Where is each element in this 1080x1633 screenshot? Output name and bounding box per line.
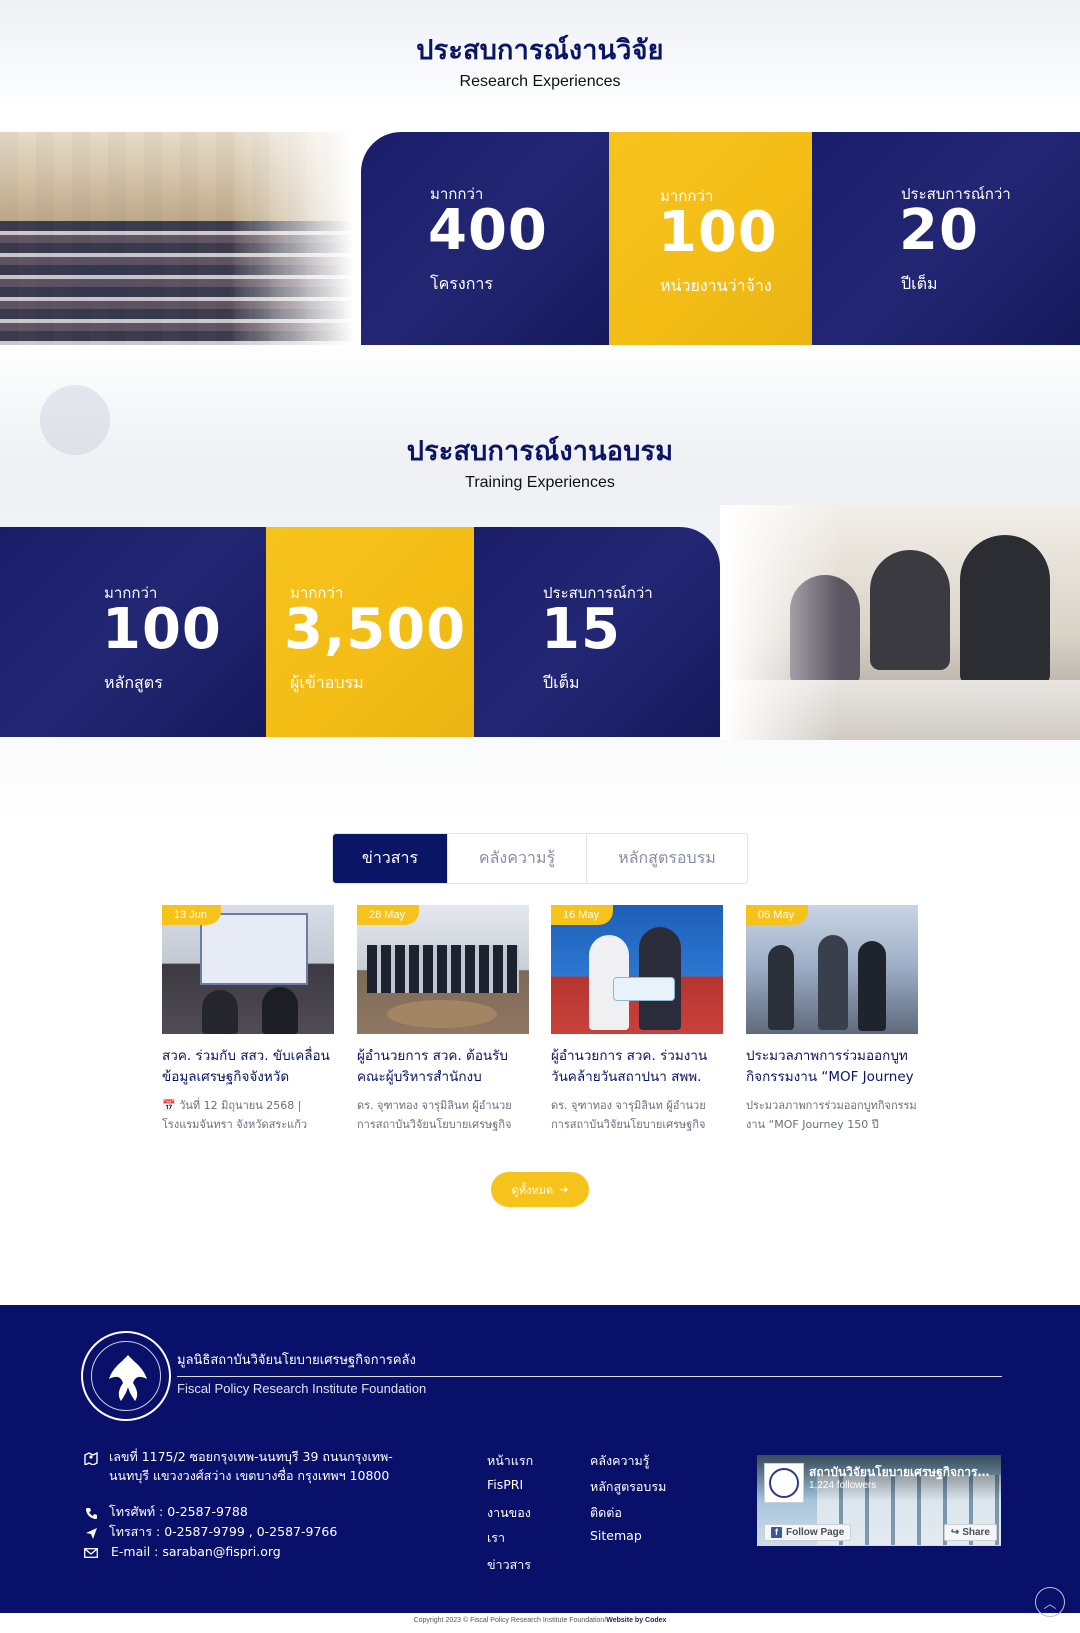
phone-icon xyxy=(83,1505,99,1521)
training-title-en: Training Experiences xyxy=(465,474,615,491)
research-title-th: ประสบการณ์งานวิจัย xyxy=(416,35,664,66)
news-date-badge: 28 May xyxy=(357,905,420,925)
footer-link-sitemap[interactable]: Sitemap xyxy=(590,1528,642,1543)
back-to-top-button[interactable]: ︿ xyxy=(1035,1587,1065,1617)
news-date-badge: 06 May xyxy=(746,905,809,925)
news-thumbnail[interactable]: 16 May xyxy=(551,905,723,1034)
news-description: ดร. จุฑาทอง จารุมิลินท ผู้อำนวยการสถาบัน… xyxy=(551,1099,706,1131)
map-icon xyxy=(83,1450,99,1466)
footer-link-courses[interactable]: หลักสูตรอบรม xyxy=(590,1477,666,1497)
copyright-text: Copyright 2023 © Fiscal Policy Research … xyxy=(413,1617,607,1624)
chevron-up-icon: ︿ xyxy=(1043,1596,1057,1612)
news-card[interactable]: 28 May ผู้อำนวยการ สวค. ต้อนรับคณะผู้บริ… xyxy=(357,905,529,1134)
footer-link-our-work[interactable]: งานของ xyxy=(487,1503,531,1523)
stat-suffix: โครงการ xyxy=(430,274,493,293)
news-thumbnail[interactable]: 13 Jun xyxy=(162,905,334,1034)
facebook-page-widget[interactable]: สถาบันวิจัยนโยบายเศรษฐกิจการคลัง 1,224 f… xyxy=(757,1455,1001,1546)
mail-icon xyxy=(83,1545,99,1561)
view-all-label: ดูทั้งหมด xyxy=(511,1183,554,1197)
divider xyxy=(177,1376,1002,1377)
facebook-icon: f xyxy=(771,1527,782,1538)
stat-suffix: ปีเต็ม xyxy=(543,673,580,692)
facebook-followers: 1,224 followers xyxy=(809,1480,877,1491)
footer-link-fispri[interactable]: FisPRI xyxy=(487,1477,523,1492)
arrow-right-icon: ➔ xyxy=(559,1183,569,1196)
tab-courses[interactable]: หลักสูตรอบรม xyxy=(587,834,747,883)
news-card[interactable]: 16 May ผู้อำนวยการ สวค. ร่วมงานวันคล้ายว… xyxy=(551,905,723,1134)
news-description: 📅 วันที่ 12 มิถุนายน 2568 | โรงแรมจันทรา… xyxy=(162,1096,334,1134)
share-icon: ↪ xyxy=(950,1527,960,1538)
facebook-follow-button[interactable]: f Follow Page xyxy=(764,1524,852,1541)
address-line-2: นนทบุรี แขวงวงศ์สว่าง เขตบางซื่อ กรุงเทพ… xyxy=(109,1468,390,1483)
stat-number: 15 xyxy=(541,597,621,662)
news-card[interactable]: 06 May ประมวลภาพการร่วมออกบูทกิจกรรมงาน … xyxy=(746,905,918,1134)
email-text[interactable]: E-mail : saraban@fispri.org xyxy=(111,1542,281,1562)
send-icon xyxy=(83,1525,99,1541)
view-all-button[interactable]: ดูทั้งหมด ➔ xyxy=(491,1172,589,1207)
address-line-1: เลขที่ 1175/2 ซอยกรุงเทพ-นนทบุรี 39 ถนนก… xyxy=(109,1449,393,1464)
research-stat-projects: มากกว่า 400 โครงการ xyxy=(361,132,609,345)
stat-number: 100 xyxy=(658,200,778,265)
research-title-en: Research Experiences xyxy=(459,73,621,90)
news-thumbnail[interactable]: 28 May xyxy=(357,905,529,1034)
footer: มูลนิธิสถาบันวิจัยนโยบายเศรษฐกิจการคลัง … xyxy=(0,1305,1080,1613)
credit-link[interactable]: Website by Codex xyxy=(606,1617,666,1624)
footer-link-contact[interactable]: ติดต่อ xyxy=(590,1503,622,1523)
footer-link-news[interactable]: ข่าวสาร xyxy=(487,1555,531,1575)
training-title-th: ประสบการณ์งานอบรม xyxy=(406,436,674,467)
calendar-icon: 📅 xyxy=(162,1099,176,1112)
training-heading: ประสบการณ์งานอบรม Training Experiences xyxy=(0,429,1080,492)
research-stat-years: ประสบการณ์กว่า 20 ปีเต็ม xyxy=(812,132,1080,345)
training-stat-courses: มากกว่า 100 หลักสูตร xyxy=(0,527,266,737)
stat-number: 20 xyxy=(899,198,979,263)
news-description: ดร. จุฑาทอง จารุมิลินท ผู้อำนวยการสถาบัน… xyxy=(357,1099,512,1131)
news-desc-text: วันที่ 12 มิถุนายน 2568 | โรงแรมจันทรา จ… xyxy=(162,1099,308,1131)
footer-link-home[interactable]: หน้าแรก xyxy=(487,1451,533,1471)
training-stats: มากกว่า 100 หลักสูตร มากกว่า 3,500 ผู้เข… xyxy=(0,527,720,737)
news-date-badge: 16 May xyxy=(551,905,614,925)
stat-suffix: ผู้เข้าอบรม xyxy=(290,673,364,692)
phone-text: โทรศัพท์ : 0-2587-9788 xyxy=(109,1504,248,1519)
training-stat-participants: มากกว่า 3,500 ผู้เข้าอบรม xyxy=(266,527,474,737)
content-tabs: ข่าวสาร คลังความรู้ หลักสูตรอบรม xyxy=(332,833,748,884)
news-description: ประมวลภาพการร่วมออกบูทกิจกรรมงาน “MOF Jo… xyxy=(746,1099,917,1131)
tab-knowledge[interactable]: คลังความรู้ xyxy=(448,834,587,883)
page: ประสบการณ์งานวิจัย Research Experiences … xyxy=(0,0,1080,1633)
share-label: Share xyxy=(962,1527,990,1538)
research-stats: มากกว่า 400 โครงการ มากกว่า 100 หน่วยงาน… xyxy=(361,132,1080,345)
foundation-seal-logo xyxy=(81,1331,171,1421)
news-date-badge: 13 Jun xyxy=(162,905,222,925)
org-name-th: มูลนิธิสถาบันวิจัยนโยบายเศรษฐกิจการคลัง xyxy=(177,1353,416,1368)
facebook-share-button[interactable]: ↪ Share xyxy=(943,1524,997,1541)
stat-number: 400 xyxy=(428,198,548,263)
copyright: Copyright 2023 © Fiscal Policy Research … xyxy=(0,1617,1080,1624)
follow-label: Follow Page xyxy=(786,1527,845,1538)
research-photo xyxy=(0,132,360,345)
fax-text: โทรสาร : 0-2587-9799 , 0-2587-9766 xyxy=(109,1524,338,1539)
news-title[interactable]: ผู้อำนวยการ สวค. ร่วมงานวันคล้ายวันสถาปน… xyxy=(551,1046,723,1088)
stat-suffix: ปีเต็ม xyxy=(901,274,938,293)
news-title[interactable]: ประมวลภาพการร่วมออกบูทกิจกรรมงาน “MOF Jo… xyxy=(746,1046,918,1088)
training-photo xyxy=(720,505,1080,740)
stat-number: 3,500 xyxy=(284,597,467,662)
org-name-en: Fiscal Policy Research Institute Foundat… xyxy=(177,1381,427,1396)
training-stat-years: ประสบการณ์กว่า 15 ปีเต็ม xyxy=(474,527,720,737)
footer-link-knowledge[interactable]: คลังความรู้ xyxy=(590,1451,649,1471)
news-card[interactable]: 13 Jun สวค. ร่วมกับ สสว. ขับเคลื่อนข้อมู… xyxy=(162,905,334,1134)
stat-suffix: หลักสูตร xyxy=(104,673,163,692)
stat-suffix: หน่วยงานว่าจ้าง xyxy=(660,276,772,295)
news-title[interactable]: ผู้อำนวยการ สวค. ต้อนรับคณะผู้บริหารสำนั… xyxy=(357,1046,529,1088)
facebook-avatar[interactable] xyxy=(764,1463,804,1503)
research-heading: ประสบการณ์งานวิจัย Research Experiences xyxy=(0,28,1080,91)
news-title[interactable]: สวค. ร่วมกับ สสว. ขับเคลื่อนข้อมูลเศรษฐก… xyxy=(162,1046,334,1088)
stat-number: 100 xyxy=(102,597,222,662)
tab-news[interactable]: ข่าวสาร xyxy=(333,834,448,883)
research-stat-clients: มากกว่า 100 หน่วยงานว่าจ้าง xyxy=(609,132,812,345)
footer-link-our-work-2[interactable]: เรา xyxy=(487,1528,505,1548)
news-thumbnail[interactable]: 06 May xyxy=(746,905,918,1034)
